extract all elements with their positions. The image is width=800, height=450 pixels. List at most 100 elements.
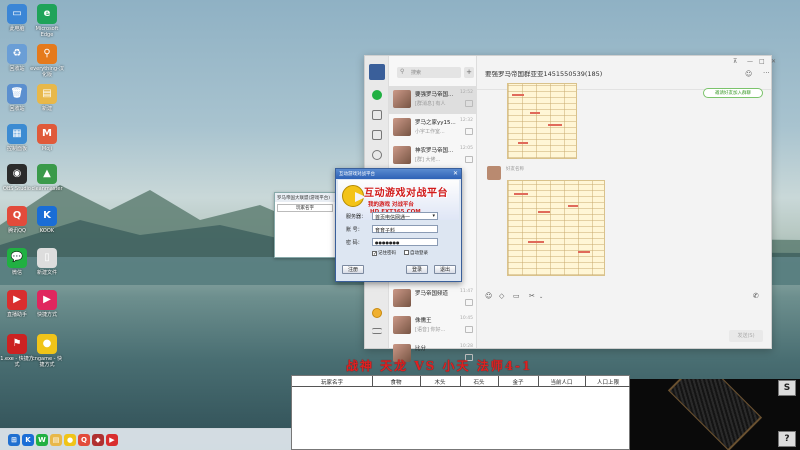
wechat-task-icon[interactable]: W (36, 434, 48, 446)
desktop-shortcut[interactable]: ♻ 回收站 (0, 44, 34, 72)
auto-login-checkbox[interactable]: 自动登录 (404, 250, 428, 256)
banner-title: 互动游戏对战平台 (364, 188, 448, 199)
recycle-bin2-icon: 🗑 (7, 84, 27, 104)
conversation-title: 罗马之家yy15... (415, 120, 456, 126)
mute-icon (465, 326, 473, 333)
start-icon[interactable]: ⊞ (8, 434, 20, 446)
miniprogram-icon[interactable] (372, 308, 382, 318)
desktop-shortcut[interactable]: ● cngame - 快捷方式 (30, 334, 64, 368)
user-avatar[interactable] (369, 64, 385, 80)
desktop-shortcut[interactable]: ◉ OBS Studio (0, 164, 34, 192)
file-icon[interactable]: ▭ (513, 292, 520, 300)
server-select[interactable]: 首页电信网通一 ▾ (372, 212, 438, 221)
invite-friends-button[interactable]: 邀请好友加入群聊 (703, 88, 763, 98)
desktop-shortcut[interactable]: ▯ 新建文件 (30, 248, 64, 276)
desktop-shortcut[interactable]: ▶ 直播助手 (0, 290, 34, 318)
register-button[interactable]: 注册 (342, 265, 364, 274)
pin-icon[interactable]: ⊼ (733, 58, 737, 65)
maximize-button[interactable]: □ (759, 58, 765, 65)
shortcut-icon: ▶ (37, 290, 57, 310)
desktop-shortcut-label: everything-汉化版 (30, 66, 64, 78)
desktop-shortcut[interactable]: M Moji (30, 124, 64, 152)
pacman-logo-icon (342, 185, 366, 207)
edge-icon: e (37, 4, 57, 24)
menu-icon[interactable] (372, 328, 382, 334)
desktop-shortcut[interactable]: 🗑 回收站 (0, 84, 34, 112)
desktop-shortcut[interactable]: ▤ 新建 (30, 84, 64, 112)
help-button[interactable]: ? (778, 431, 796, 447)
emoji-icon[interactable]: ☺ (485, 292, 492, 300)
favorites-nav-icon[interactable] (372, 130, 382, 140)
kook-task-icon[interactable]: K (22, 434, 34, 446)
desktop-shortcut-label: KOOK (39, 228, 55, 234)
desktop-shortcut[interactable]: ▭ 此电脑 (0, 4, 34, 32)
login-button[interactable]: 登录 (406, 265, 428, 274)
scissors-icon[interactable]: ✂ (529, 292, 535, 300)
conversation-item[interactable]: 要强罗马帝国... [群消息] 有人 12:52 (389, 86, 477, 114)
stats-column-header: 食物 (390, 380, 402, 386)
desktop-shortcut-label: 直播助手 (6, 312, 27, 318)
exit-button[interactable]: 退出 (434, 265, 456, 274)
desktop-shortcut[interactable]: ▶ 快捷方式 (30, 290, 64, 318)
qq-task-icon[interactable]: Q (78, 434, 90, 446)
desktop-shortcut[interactable]: e Microsoft Edge (30, 4, 64, 38)
conversation-item[interactable]: 神农罗马帝国... [群] 大佬... 12:05 (389, 142, 477, 170)
chat-title: 要强罗马帝国群亚亚1451550539(185) (485, 70, 603, 78)
score-button[interactable]: S (778, 380, 796, 396)
friend-avatar[interactable] (487, 166, 501, 180)
desktop-shortcut[interactable]: ⚑ 1.exe - 快捷方式 (0, 334, 34, 368)
desktop-shortcut-label: 此电脑 (9, 26, 25, 32)
conversation-preview: [群消息] 有人 (415, 101, 446, 107)
add-chat-button[interactable]: + (464, 67, 474, 78)
login-dialog[interactable]: 互动游戏对战平台 ✕ 互动游戏对战平台 我的游戏 对战平台 HD.FXT365.… (335, 168, 462, 282)
account-input[interactable]: 育育子料 (372, 225, 438, 234)
stats-column-header: 玩家名字 (320, 380, 343, 386)
player-stats-table: 玩家名字 食物 木头 石头 金子 当前人口 人口上限 (291, 375, 631, 450)
call-icon[interactable]: ✆ (753, 292, 759, 300)
shared-image-2[interactable] (507, 180, 605, 276)
desktop-shortcut-label: 新建文件 (36, 270, 57, 276)
emoji-header-icon[interactable]: ☺ (745, 70, 752, 78)
moments-nav-icon[interactable] (372, 150, 382, 160)
close-button[interactable]: ✕ (771, 58, 776, 65)
login-close-button[interactable]: ✕ (453, 170, 458, 177)
conversation-item[interactable]: 罗马帝国频道 11:47 (389, 285, 477, 313)
desktop-shortcut[interactable]: Q 腾讯QQ (0, 206, 34, 234)
room-list-window[interactable]: 罗马帝国大联盟(游戏平台) 玩家名字 (274, 192, 336, 258)
search-input[interactable]: 搜索 (397, 67, 461, 78)
game-task-icon[interactable]: ● (64, 434, 76, 446)
everything-icon: ⚲ (37, 44, 57, 64)
remember-password-checkbox[interactable]: ✓记住密码 (372, 250, 396, 257)
minimize-button[interactable]: — (747, 58, 753, 65)
conversation-title: 罗马帝国频道 (415, 291, 449, 297)
desktop-shortcut[interactable]: K KOOK (30, 206, 64, 234)
desktop-shortcut-label: cngame - 快捷方式 (31, 356, 63, 368)
mute-icon (465, 100, 473, 107)
app-task-icon[interactable]: ◆ (92, 434, 104, 446)
conversation-item[interactable]: 侏儒王 [语音] 你好... 10:45 (389, 312, 477, 340)
room-list-header: 玩家名字 (277, 204, 333, 212)
conversation-preview: [语音] 你好... (415, 327, 446, 333)
contacts-nav-icon[interactable] (372, 110, 382, 120)
desktop-shortcut[interactable]: ⚲ everything-汉化版 (30, 44, 64, 78)
account-label: 账 号： (346, 227, 363, 233)
moji-icon: M (37, 124, 57, 144)
stats-column-header: 木头 (434, 380, 446, 386)
send-button[interactable]: 发送(S) (729, 330, 763, 342)
folder-task-icon[interactable]: ▤ (50, 434, 62, 446)
desktop-shortcut[interactable]: ▦ 控制面板 (0, 124, 34, 152)
chevron-down-icon[interactable]: ⌄ (539, 294, 543, 300)
live-task-icon[interactable]: ▶ (106, 434, 118, 446)
conversation-item[interactable]: 罗马之家yy15... 小宇工作室... 12:32 (389, 114, 477, 142)
favorite-icon[interactable]: ◇ (499, 292, 504, 300)
more-button[interactable]: ··· (763, 69, 770, 77)
game-minimap[interactable] (630, 379, 800, 450)
conversation-title: 比分 (415, 346, 427, 352)
desktop-shortcut[interactable]: 💬 微信 (0, 248, 34, 276)
checkbox-icon (404, 250, 409, 255)
password-input[interactable]: ●●●●●●● (372, 238, 438, 246)
friend-name: 好友名称 (506, 167, 524, 172)
shared-image-1[interactable] (507, 83, 577, 159)
chats-nav-icon[interactable] (372, 90, 382, 100)
desktop-shortcut[interactable]: ▲ cleanmaster (30, 164, 64, 192)
